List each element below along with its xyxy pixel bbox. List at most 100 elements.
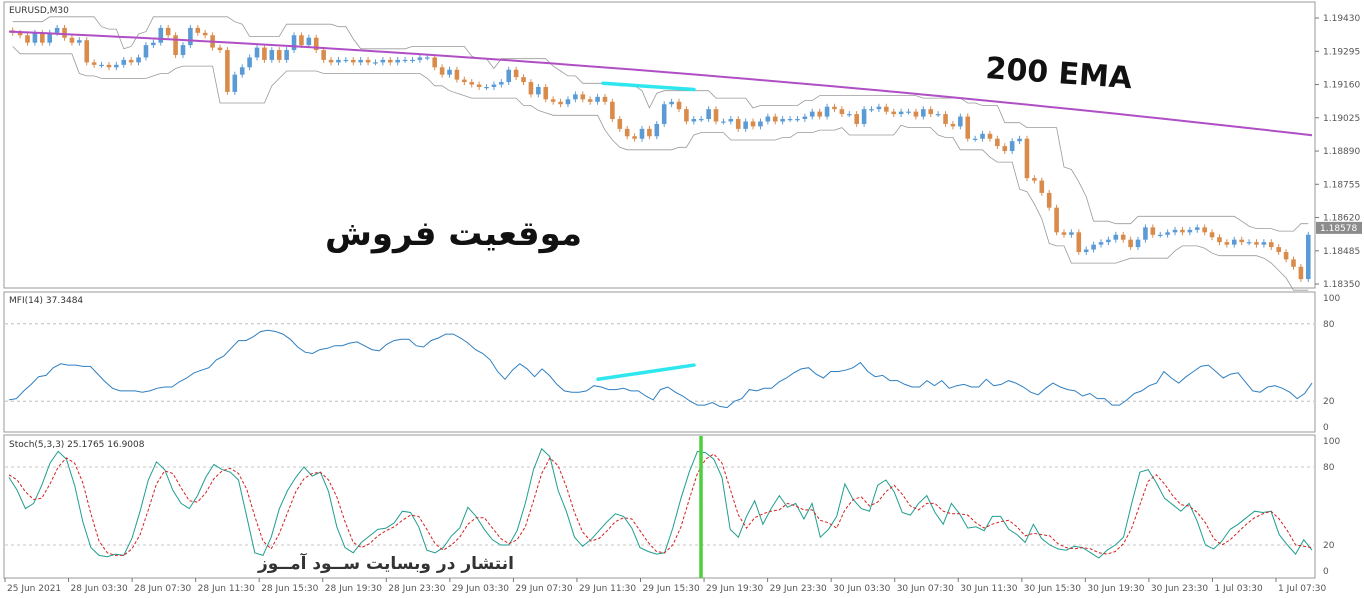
- mfi-tick-label: 20: [1323, 397, 1335, 407]
- time-tick-label: 28 Jun 07:30: [134, 584, 191, 594]
- price-tick-label: 1.19295: [1323, 47, 1360, 57]
- time-tick-label: 28 Jun 15:30: [261, 584, 318, 594]
- candle-body: [602, 96, 608, 102]
- candle-body: [239, 67, 245, 75]
- candle-body: [869, 109, 874, 111]
- candle-body: [380, 59, 386, 63]
- stoch-tick-label: 0: [1323, 567, 1329, 577]
- candle-body: [143, 45, 149, 58]
- candle-body: [1128, 239, 1133, 248]
- candle-body: [972, 138, 978, 140]
- candle-body: [995, 138, 1000, 147]
- candle-body: [106, 64, 112, 68]
- candle-body: [17, 32, 23, 36]
- candle-body: [765, 116, 771, 122]
- mfi-panel[interactable]: [3, 291, 1316, 433]
- candle-body: [824, 106, 830, 117]
- price-tick-label: 1.18350: [1323, 280, 1360, 290]
- candle-body: [543, 86, 549, 100]
- candle-body: [1098, 242, 1104, 245]
- candle-body: [906, 111, 911, 113]
- candle-body: [965, 116, 971, 139]
- candle-body: [128, 59, 134, 63]
- candle-body: [417, 57, 423, 60]
- candle-body: [1032, 178, 1037, 181]
- candle-body: [528, 82, 534, 95]
- candle-body: [306, 37, 312, 46]
- candle-body: [1076, 232, 1082, 253]
- mfi-tick-label: 80: [1323, 320, 1335, 330]
- time-tick-label: 30 Jun 03:30: [833, 584, 890, 594]
- time-tick-label: 28 Jun 03:30: [71, 584, 128, 594]
- candle-body: [151, 42, 156, 46]
- candle-body: [1039, 180, 1045, 193]
- candle-body: [565, 99, 571, 105]
- candle-body: [1298, 266, 1304, 280]
- trading-chart: 1.19430 1.19295 1.19160 1.19025 1.18890 1.187…: [3, 1, 1362, 594]
- price-tick-label: 1.18485: [1323, 247, 1360, 257]
- candle-body: [1143, 227, 1148, 240]
- candle-body: [54, 27, 60, 33]
- candle-body: [247, 57, 252, 68]
- candle-body: [573, 94, 578, 100]
- candle-body: [188, 27, 193, 46]
- candle-body: [99, 64, 104, 67]
- candle-body: [610, 101, 615, 120]
- candle-body: [32, 32, 38, 43]
- candle-body: [491, 84, 497, 87]
- candle-body: [1083, 249, 1089, 253]
- candle-body: [25, 35, 30, 43]
- symbol-label: EURUSD,M30: [9, 6, 69, 16]
- time-tick-label: 29 Jun 03:30: [452, 584, 509, 594]
- candle-body: [343, 59, 349, 62]
- time-tick-label: 30 Jun 07:30: [897, 584, 954, 594]
- candle-body: [40, 32, 45, 43]
- candle-body: [921, 109, 926, 117]
- candle-body: [1283, 252, 1289, 260]
- price-tick-label: 1.18890: [1323, 147, 1360, 157]
- candle-body: [336, 59, 341, 63]
- candle-body: [350, 59, 356, 63]
- candle-body: [980, 133, 985, 139]
- candle-body: [669, 101, 674, 105]
- time-tick-label: 30 Jun 11:30: [960, 584, 1017, 594]
- stoch-tick-label: 20: [1323, 541, 1335, 551]
- candle-body: [439, 67, 445, 75]
- stoch-label: Stoch(5,3,3) 25.1765 16.9008: [9, 440, 145, 450]
- stoch-panel[interactable]: [3, 434, 1316, 579]
- publisher-watermark: انتشار در وبسایت ســود آمــوز: [257, 552, 514, 574]
- candle-body: [698, 119, 704, 121]
- candle-body: [617, 119, 623, 129]
- candle-body: [165, 27, 171, 36]
- price-panel[interactable]: [3, 1, 1316, 289]
- candle-body: [469, 82, 475, 85]
- candle-body: [1091, 244, 1096, 250]
- candle-body: [373, 62, 378, 64]
- candle-body: [846, 114, 852, 116]
- candle-body: [580, 94, 586, 100]
- candle-body: [1165, 232, 1170, 235]
- candle-body: [839, 109, 845, 115]
- candle-body: [550, 99, 556, 102]
- candle-body: [1054, 207, 1059, 233]
- candle-body: [1276, 247, 1281, 253]
- candle-body: [225, 50, 230, 92]
- time-tick-label: 30 Jun 23:30: [1151, 584, 1208, 594]
- candle-body: [898, 111, 904, 115]
- candle-body: [647, 128, 652, 137]
- candle-body: [1046, 192, 1052, 208]
- candle-body: [661, 104, 667, 124]
- time-tick-label: 28 Jun 19:30: [325, 584, 382, 594]
- candle-body: [1306, 234, 1311, 280]
- candle-body: [195, 27, 201, 33]
- candle-body: [84, 40, 90, 63]
- price-tick-label: 1.19160: [1323, 81, 1360, 91]
- candle-body: [713, 109, 719, 122]
- candle-body: [476, 84, 482, 87]
- candle-body: [1150, 227, 1156, 235]
- candle-body: [158, 27, 164, 43]
- candle-body: [1106, 239, 1111, 243]
- candle-body: [750, 121, 756, 127]
- candle-body: [684, 109, 689, 122]
- candle-body: [1209, 232, 1215, 238]
